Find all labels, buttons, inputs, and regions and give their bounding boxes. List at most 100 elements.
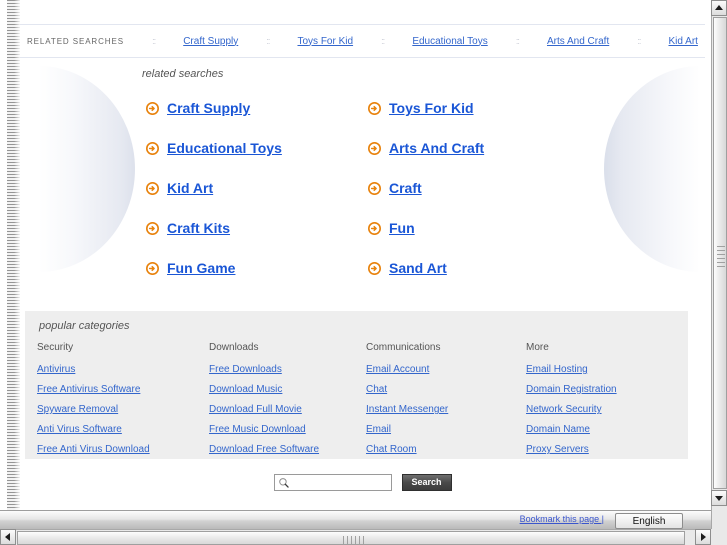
related-search-item[interactable]: Kid Art — [146, 168, 368, 208]
horizontal-scrollbar[interactable] — [0, 529, 711, 545]
related-search-link-5[interactable]: Craft — [389, 180, 422, 196]
category-link[interactable]: Domain Name — [526, 424, 686, 435]
related-search-link-6[interactable]: Craft Kits — [167, 220, 230, 236]
page-content: RELATED SEARCHES :: Craft Supply :: Toys… — [20, 0, 705, 510]
arrow-circle-icon — [146, 221, 159, 235]
related-search-link-3[interactable]: Arts And Craft — [389, 140, 484, 156]
category-link[interactable]: Free Antivirus Software — [37, 384, 209, 395]
scrollbar-corner — [711, 529, 727, 545]
related-searches-bar-item-3[interactable]: Arts And Craft — [547, 36, 609, 47]
related-search-item[interactable]: Sand Art — [368, 248, 590, 288]
category-link[interactable]: Spyware Removal — [37, 404, 209, 415]
bar-separator: :: — [266, 36, 270, 46]
decorative-half-circle-right — [604, 66, 700, 272]
category-link[interactable]: Free Downloads — [209, 364, 366, 375]
category-column-security: Security Antivirus Free Antivirus Softwa… — [37, 342, 209, 464]
related-search-link-1[interactable]: Toys For Kid — [389, 100, 474, 116]
related-search-item[interactable]: Arts And Craft — [368, 128, 590, 168]
category-link[interactable]: Antivirus — [37, 364, 209, 375]
arrow-circle-icon — [368, 221, 381, 235]
search-input[interactable] — [292, 475, 393, 492]
category-title: Downloads — [209, 342, 259, 353]
arrow-circle-icon — [368, 261, 381, 275]
search-button[interactable]: Search — [401, 474, 452, 491]
scroll-right-button[interactable] — [695, 529, 711, 545]
left-decorative-band-fade — [7, 0, 20, 522]
bar-separator: :: — [515, 36, 520, 46]
triangle-right-icon — [701, 533, 706, 541]
category-link[interactable]: Free Anti Virus Download — [37, 444, 209, 455]
category-link[interactable]: Anti Virus Software — [37, 424, 209, 435]
vertical-scrollbar-thumb[interactable] — [713, 17, 727, 489]
category-link[interactable]: Proxy Servers — [526, 444, 686, 455]
category-title: Communications — [366, 342, 441, 353]
browser-viewport: RELATED SEARCHES :: Craft Supply :: Toys… — [0, 0, 727, 545]
magnifier-icon — [278, 478, 289, 488]
category-link[interactable]: Instant Messenger — [366, 404, 526, 415]
popular-categories-panel: popular categories Security Antivirus Fr… — [25, 311, 688, 459]
category-link[interactable]: Email Account — [366, 364, 526, 375]
search-field-wrapper[interactable] — [273, 474, 393, 492]
related-search-link-0[interactable]: Craft Supply — [167, 100, 250, 116]
category-title: Security — [37, 342, 74, 353]
arrow-circle-icon — [368, 141, 381, 155]
category-title: More — [526, 342, 549, 353]
related-search-link-8[interactable]: Fun Game — [167, 260, 235, 276]
category-link[interactable]: Download Music — [209, 384, 366, 395]
category-link[interactable]: Chat Room — [366, 444, 526, 455]
category-link[interactable]: Download Full Movie — [209, 404, 366, 415]
category-link[interactable]: Network Security — [526, 404, 686, 415]
scroll-down-button[interactable] — [711, 490, 727, 506]
scrollbar-grip-icon — [717, 246, 725, 268]
arrow-circle-icon — [146, 141, 159, 155]
related-search-item[interactable]: Craft Kits — [146, 208, 368, 248]
related-search-item[interactable]: Educational Toys — [146, 128, 368, 168]
category-link[interactable]: Free Music Download — [209, 424, 366, 435]
category-link[interactable]: Chat — [366, 384, 526, 395]
related-searches-bar-item-1[interactable]: Toys For Kid — [297, 36, 353, 47]
related-search-link-9[interactable]: Sand Art — [389, 260, 447, 276]
language-select[interactable]: English — [615, 513, 683, 529]
related-search-item[interactable]: Craft Supply — [146, 88, 368, 128]
category-link[interactable]: Email Hosting — [526, 364, 686, 375]
bookmark-this-page-link[interactable]: Bookmark this page | — [520, 514, 604, 524]
related-searches-bar: RELATED SEARCHES :: Craft Supply :: Toys… — [20, 24, 705, 58]
scroll-left-button[interactable] — [0, 529, 16, 545]
related-search-item[interactable]: Fun Game — [146, 248, 368, 288]
arrow-circle-icon — [368, 181, 381, 195]
arrow-circle-icon — [368, 101, 381, 115]
category-column-communications: Communications Email Account Chat Instan… — [366, 342, 526, 464]
related-search-link-4[interactable]: Kid Art — [167, 180, 213, 196]
category-link[interactable]: Email — [366, 424, 526, 435]
bar-separator: :: — [152, 36, 156, 46]
related-search-item[interactable]: Toys For Kid — [368, 88, 590, 128]
popular-categories-columns: Security Antivirus Free Antivirus Softwa… — [37, 342, 676, 464]
category-link[interactable]: Domain Registration — [526, 384, 686, 395]
related-search-item[interactable]: Fun — [368, 208, 590, 248]
triangle-left-icon — [5, 533, 10, 541]
arrow-circle-icon — [146, 261, 159, 275]
scroll-up-button[interactable] — [711, 0, 727, 16]
related-searches-list: Craft Supply Toys For Kid Educational To… — [146, 88, 616, 288]
related-searches-bar-item-4[interactable]: Kid Art — [668, 36, 697, 47]
popular-categories-heading: popular categories — [39, 320, 130, 332]
related-searches-bar-item-0[interactable]: Craft Supply — [183, 36, 238, 47]
vertical-scrollbar[interactable] — [711, 0, 727, 529]
bar-separator: :: — [381, 36, 385, 46]
scrollbar-grip-icon — [343, 536, 367, 544]
status-bar: Bookmark this page | English — [0, 510, 712, 529]
decorative-half-circle-left — [39, 66, 135, 272]
related-searches-bar-item-2[interactable]: Educational Toys — [412, 36, 487, 47]
arrow-circle-icon — [146, 101, 159, 115]
related-searches-heading: related searches — [142, 68, 224, 80]
bar-separator: :: — [637, 36, 641, 46]
category-link[interactable]: Download Free Software — [209, 444, 366, 455]
horizontal-scrollbar-thumb[interactable] — [17, 531, 685, 545]
related-search-link-7[interactable]: Fun — [389, 220, 415, 236]
category-column-more: More Email Hosting Domain Registration N… — [526, 342, 686, 464]
triangle-up-icon — [715, 5, 723, 10]
search-row: Search — [20, 474, 705, 492]
category-column-downloads: Downloads Free Downloads Download Music … — [209, 342, 366, 464]
related-search-item[interactable]: Craft — [368, 168, 590, 208]
related-search-link-2[interactable]: Educational Toys — [167, 140, 282, 156]
